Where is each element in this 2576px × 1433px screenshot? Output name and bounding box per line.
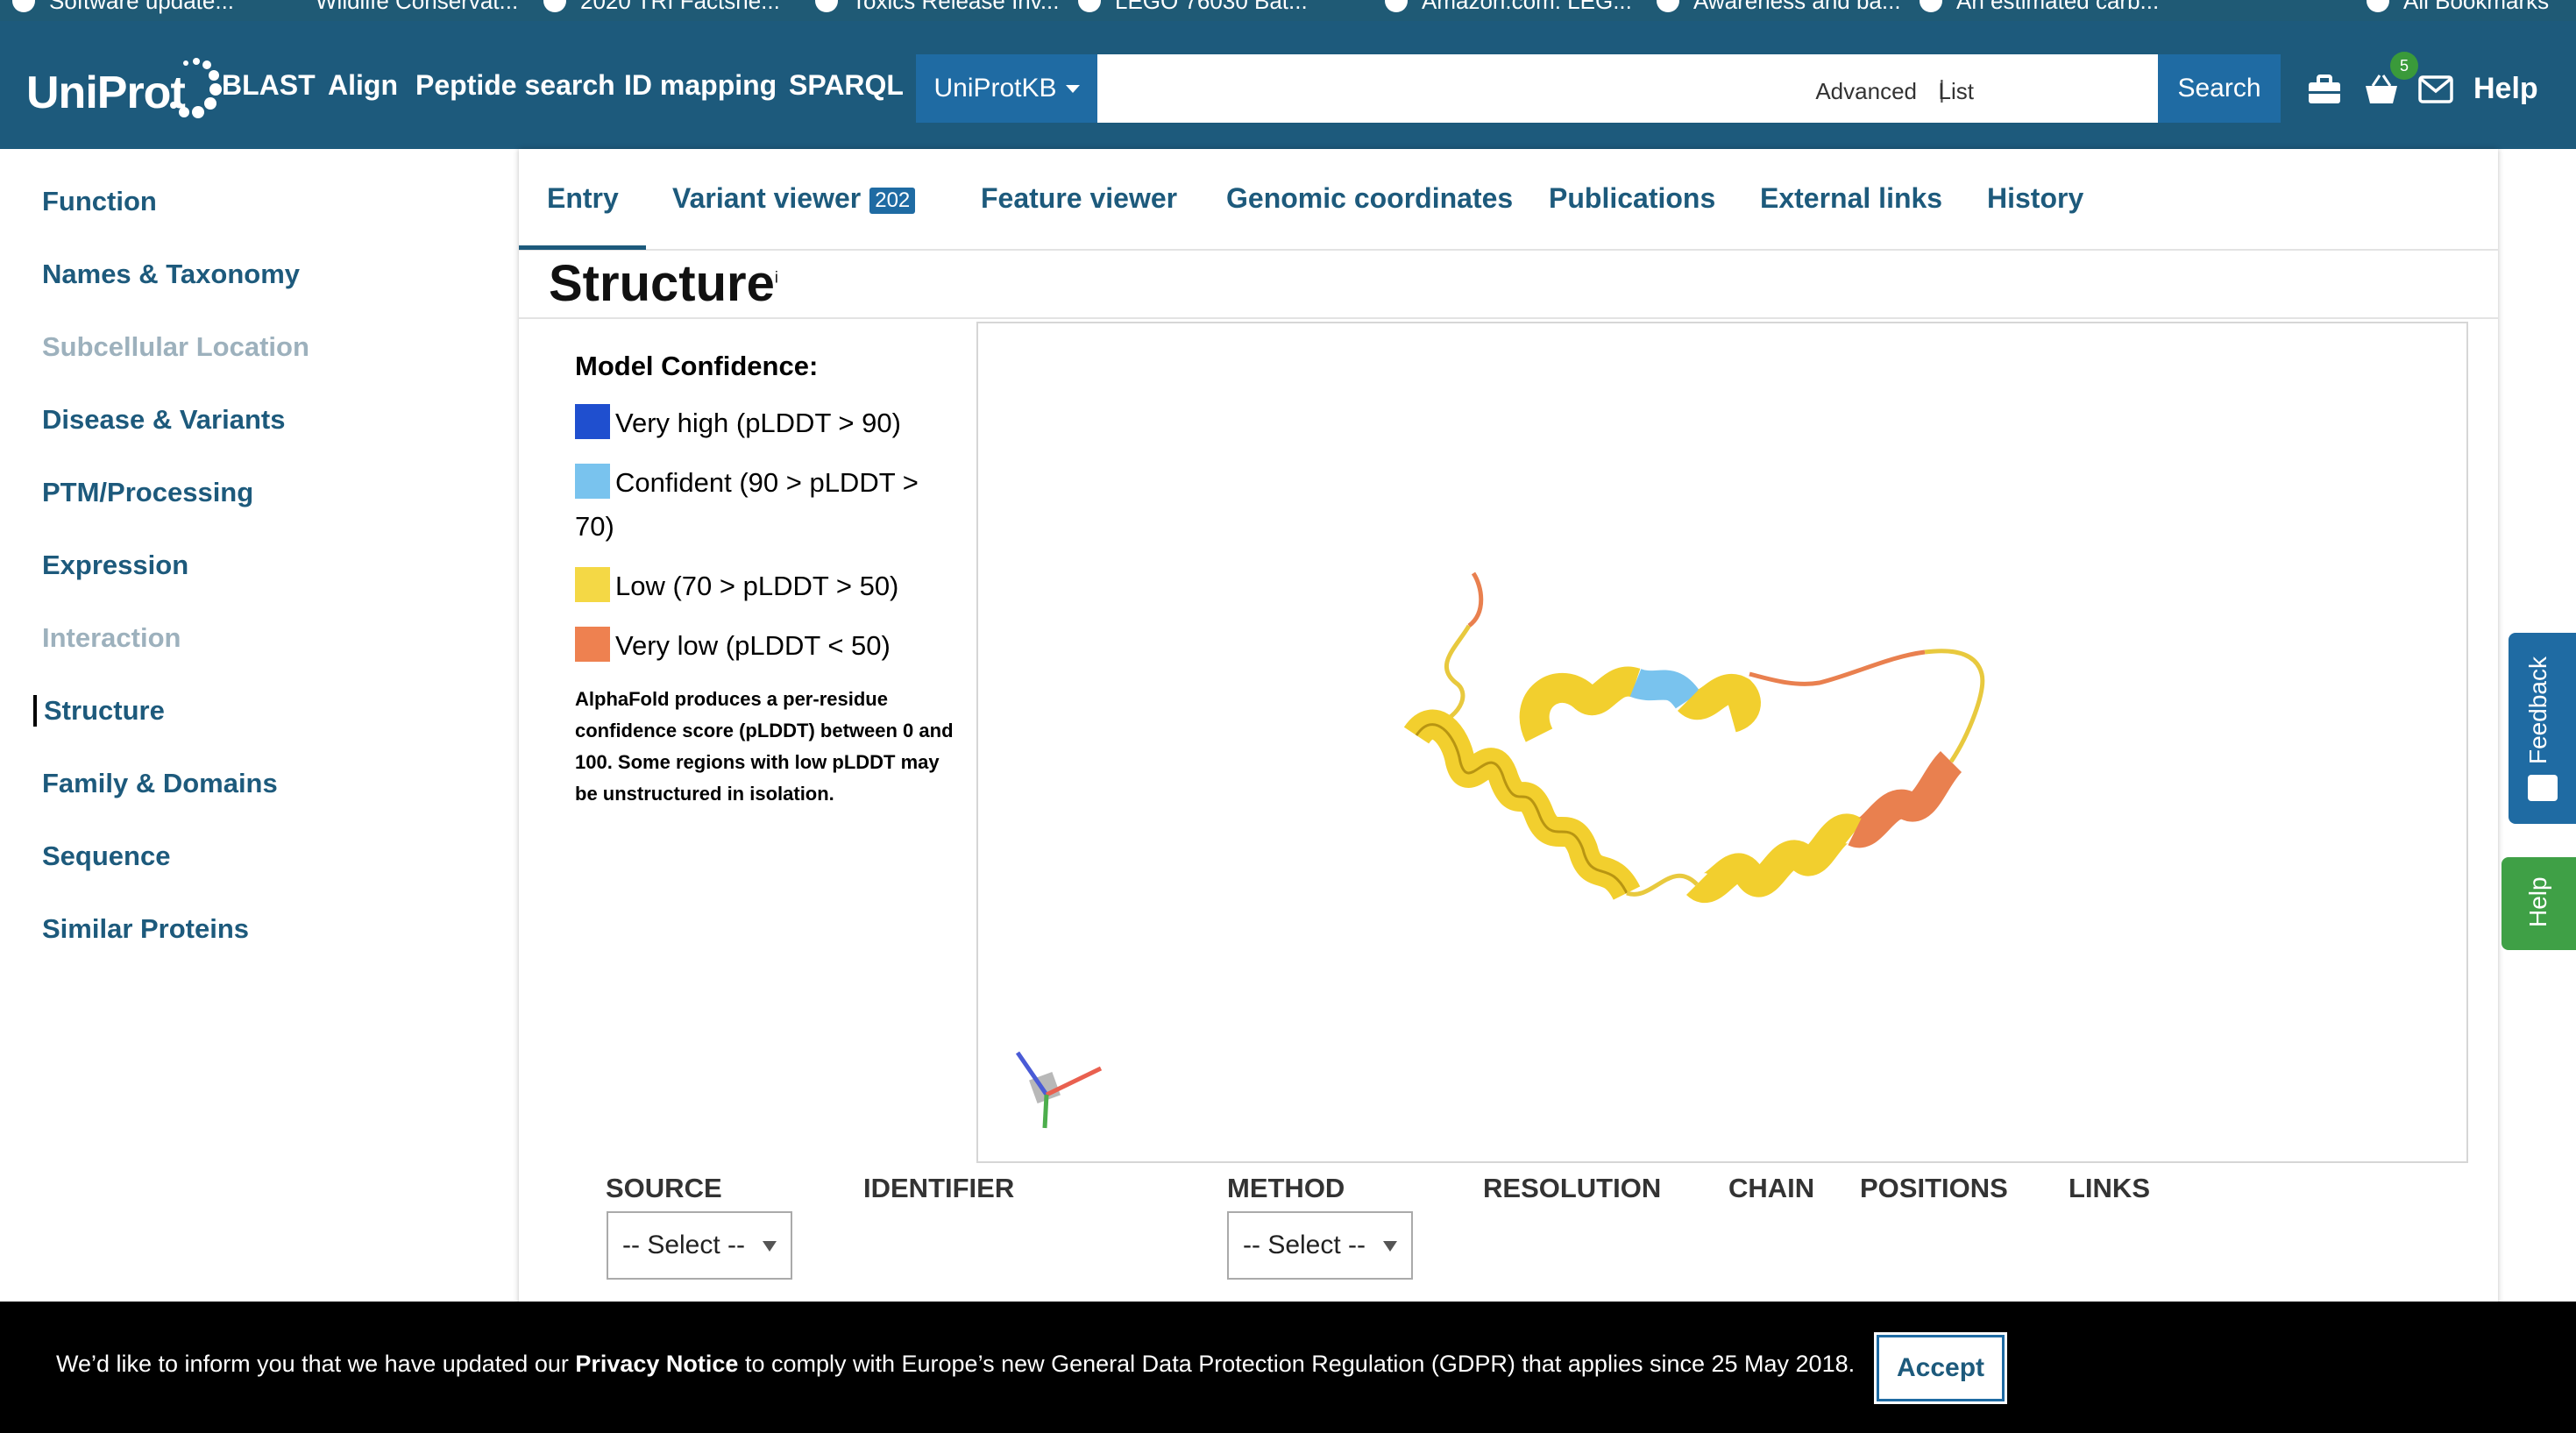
sidebar-item-structure[interactable]: Structure [33,695,165,727]
column-header-resolution[interactable]: RESOLUTION [1483,1173,1661,1204]
tab-external-links[interactable]: External links [1760,182,1942,215]
section-title: Structurei [549,255,778,312]
tab-feature-viewer[interactable]: Feature viewer [981,182,1177,215]
bookmark-item[interactable]: Amazon.com: LEG... [1385,0,1632,14]
helix-lower-left [1403,709,1641,901]
sidebar-item-names-taxonomy[interactable]: Names & Taxonomy [42,259,300,290]
privacy-notice-link[interactable]: Privacy Notice [575,1351,738,1377]
tab-publications[interactable]: Publications [1549,182,1715,215]
axes-orientation-icon [1015,1051,1103,1129]
sidebar-item-disease-variants[interactable]: Disease & Variants [42,404,285,436]
accept-button[interactable]: Accept [1874,1332,2007,1404]
info-icon[interactable]: i [775,269,778,287]
cookie-message: We’d like to inform you that we have upd… [56,1351,1856,1377]
bookmark-icon [1920,0,1942,12]
entry-card: Entry Variant viewer 202 Feature viewer G… [519,149,2498,1306]
column-header-links[interactable]: LINKS [2069,1173,2150,1204]
source-filter-select[interactable]: -- Select -- [607,1211,792,1280]
bookmark-icon [12,0,35,12]
nav-align[interactable]: Align [328,69,398,102]
column-header-chain[interactable]: CHAIN [1728,1173,1814,1204]
bookmark-item[interactable]: An estimated carb... [1920,0,2159,14]
bookmark-icon [815,0,838,12]
bookmark-item[interactable]: Toxics Release Inv... [815,0,1060,14]
column-header-positions[interactable]: POSITIONS [1860,1173,2008,1204]
bookmark-item[interactable]: Awareness and ba... [1657,0,1901,14]
bookmark-icon [1078,0,1101,12]
variant-count-badge: 202 [869,187,916,214]
uniprot-logo[interactable]: UniProt [26,56,222,144]
structure-3d-viewer[interactable] [976,322,2468,1163]
color-swatch [575,567,610,602]
divider [519,317,2498,319]
entry-tabs: Entry Variant viewer 202 Feature viewer G… [519,149,2498,251]
column-header-identifier[interactable]: IDENTIFIER [863,1173,1014,1204]
mail-icon[interactable] [2416,72,2455,107]
sidebar-item-subcellular-location: Subcellular Location [42,331,309,362]
caret-down-icon [763,1241,777,1252]
bookmarks-bar: Software update... Wildlife Conservat...… [0,0,2576,21]
nav-id-mapping[interactable]: ID mapping [624,69,777,102]
color-swatch [575,404,610,439]
search-button[interactable]: Search [2158,54,2281,123]
legend-heading: Model Confidence: [575,351,819,381]
active-tab-indicator [519,245,646,250]
tab-variant-viewer[interactable]: Variant viewer 202 [672,182,916,215]
help-link[interactable]: Help [2473,72,2538,106]
color-swatch [575,464,610,499]
basket-count-badge: 5 [2390,52,2418,80]
nav-blast[interactable]: BLAST [222,69,316,102]
caret-down-icon [1065,84,1080,93]
legend-row-low: Low (70 > pLDDT > 50) [575,564,961,608]
legend-row-very-high: Very high (pLDDT > 90) [575,401,961,445]
bookmark-item[interactable]: LEGO 76030 Bat... [1078,0,1308,14]
site-header: UniProt BLAST Align Peptide search ID ma… [0,21,2576,149]
protein-structure-render [1015,571,1985,1129]
search-input[interactable] [1097,54,1939,123]
legend-row-confident: Confident (90 > pLDDT > 70) [575,461,961,549]
sidebar-item-ptm-processing[interactable]: PTM/Processing [42,477,253,508]
nav-sparql[interactable]: SPARQL [789,69,904,102]
sidebar-item-expression[interactable]: Expression [42,550,188,581]
help-tab[interactable]: Help [2501,857,2576,950]
entry-section-nav: Function Names & Taxonomy Subcellular Lo… [0,149,517,1302]
bookmark-item[interactable]: 2020 TRI Factshe... [543,0,780,14]
bookmark-icon [1657,0,1679,12]
color-swatch [575,627,610,662]
smiley-icon [2528,775,2558,801]
cookie-banner: We’d like to inform you that we have upd… [0,1302,2576,1433]
nav-peptide-search[interactable]: Peptide search [415,69,615,102]
bookmark-item[interactable]: Wildlife Conservat... [316,0,518,14]
basket-icon[interactable] [2362,72,2401,107]
bookmark-icon [1385,0,1408,12]
helix-lower-right [1686,750,1962,903]
folder-icon [2367,0,2389,12]
model-confidence-legend: Model Confidence: Very high (pLDDT > 90)… [575,351,961,810]
alphafold-note: AlphaFold produces a per-residue confide… [575,688,954,805]
tab-genomic-coordinates[interactable]: Genomic coordinates [1226,182,1513,215]
bookmark-icon [543,0,566,12]
caret-down-icon [1383,1241,1397,1252]
tab-entry[interactable]: Entry [547,182,619,215]
column-header-method[interactable]: METHOD [1227,1173,1345,1204]
sidebar-item-family-domains[interactable]: Family & Domains [42,768,278,799]
sidebar-item-sequence[interactable]: Sequence [42,841,170,872]
helix-top [1519,666,1761,742]
database-select[interactable]: UniProtKB [916,54,1097,123]
toolkit-icon[interactable] [2305,72,2344,107]
sidebar-item-similar-proteins[interactable]: Similar Proteins [42,913,249,945]
search-box: Advanced | List [1097,54,2158,123]
list-search-link[interactable]: List [1939,78,1974,105]
tab-history[interactable]: History [1987,182,2083,215]
bookmark-item[interactable]: Software update... [12,0,234,14]
advanced-search-link[interactable]: Advanced [1815,78,1917,105]
all-bookmarks[interactable]: All Bookmarks [2367,0,2549,14]
method-filter-select[interactable]: -- Select -- [1227,1211,1413,1280]
column-header-source[interactable]: SOURCE [606,1173,722,1204]
tab-label: Variant viewer [672,182,862,214]
sidebar-item-function[interactable]: Function [42,186,157,217]
legend-row-very-low: Very low (pLDDT < 50) [575,624,961,668]
sidebar-item-interaction: Interaction [42,622,181,653]
feedback-tab[interactable]: Feedback [2509,633,2576,824]
